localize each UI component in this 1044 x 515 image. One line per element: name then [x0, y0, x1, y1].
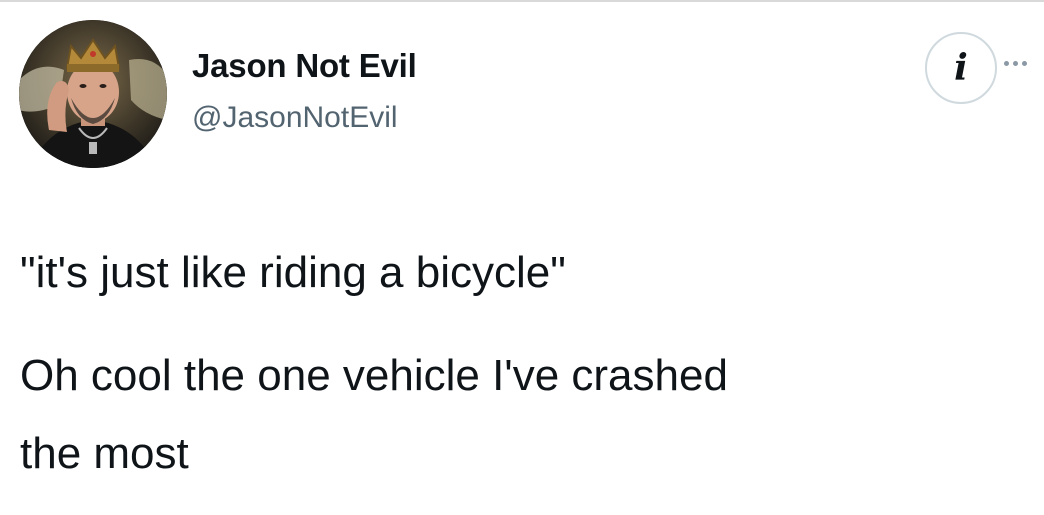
info-icon: i — [954, 47, 968, 89]
info-button[interactable]: i — [925, 32, 997, 104]
tweet-text-line: the most — [20, 429, 189, 478]
more-dot — [1022, 60, 1027, 66]
tweet-text-line: "it's just like riding a bicycle" — [20, 248, 566, 297]
more-dot — [1013, 60, 1018, 66]
author-avatar[interactable] — [19, 20, 167, 168]
more-dot — [1004, 60, 1009, 66]
more-dots-icon[interactable] — [1004, 58, 1040, 68]
tweet-text-line: Oh cool the one vehicle I've crashed — [20, 351, 728, 400]
author-display-name[interactable]: Jason Not Evil — [192, 46, 417, 86]
tweet-card: Jason Not Evil @JasonNotEvil i "it's jus… — [0, 0, 1044, 515]
author-handle[interactable]: @JasonNotEvil — [192, 99, 398, 137]
crowned-man-avatar-icon — [19, 20, 167, 168]
